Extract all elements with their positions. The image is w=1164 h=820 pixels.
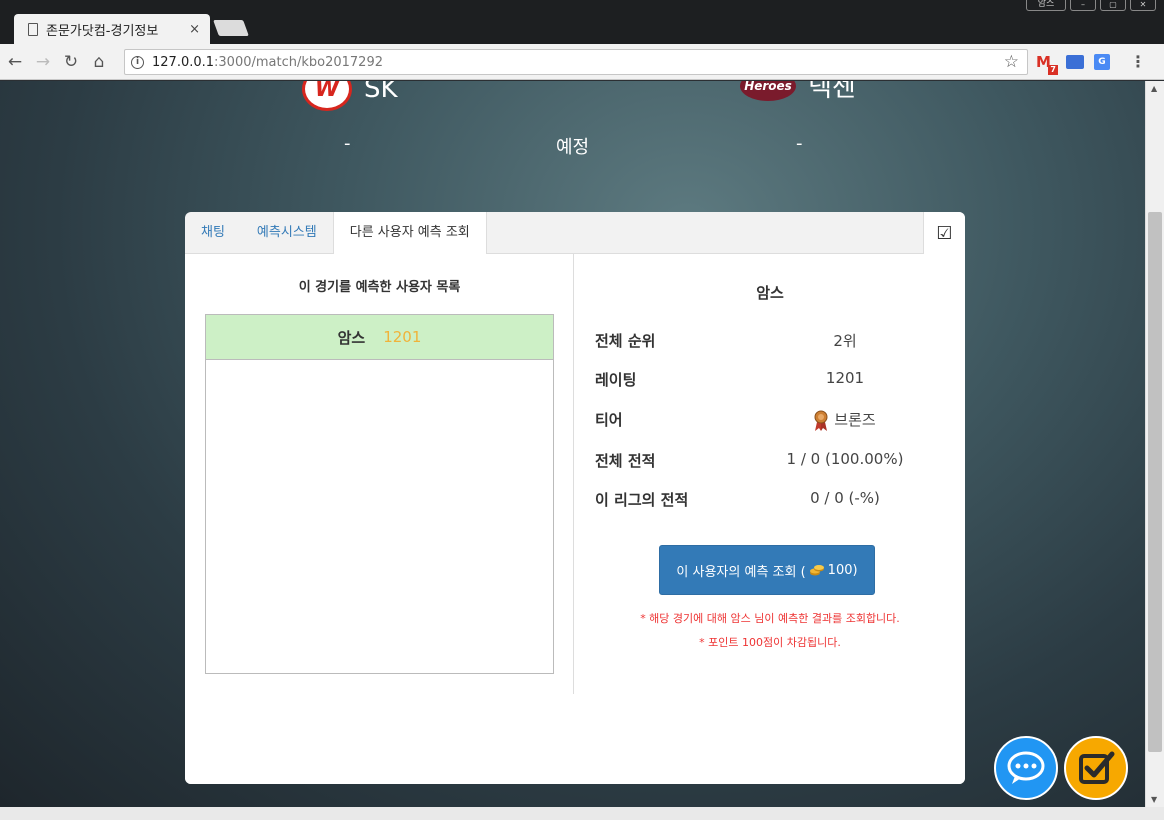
stat-label: 티어: [595, 411, 623, 429]
away-score: -: [796, 133, 803, 154]
coins-icon: [809, 565, 824, 576]
scrollbar[interactable]: ▲ ▼: [1145, 81, 1164, 807]
stat-label: 전체 순위: [595, 332, 656, 350]
browser-tabstrip: 존문가닷컴-경기정보 × 암스 – ▢ ✕: [0, 0, 1164, 44]
scroll-down-icon[interactable]: ▼: [1151, 795, 1157, 804]
view-prediction-button[interactable]: 이 사용자의 예측 조회 ( 100): [659, 545, 875, 595]
back-button[interactable]: ←: [2, 52, 28, 72]
profile-name: 암스: [756, 284, 784, 302]
stat-value: 2위: [833, 332, 857, 350]
browser-menu-icon[interactable]: ⋮: [1130, 52, 1146, 71]
chat-bubble-icon: [1007, 751, 1045, 784]
stat-value: 0 / 0 (-%): [810, 489, 880, 507]
window-bottom-edge: [0, 807, 1164, 820]
home-score: -: [344, 133, 351, 154]
gmail-extension-icon[interactable]: M7: [1036, 54, 1058, 75]
stat-total-record: 전체 전적 1 / 0 (100.00%): [595, 450, 945, 471]
translate-extension-icon[interactable]: G: [1094, 53, 1110, 70]
reload-button[interactable]: ↻: [58, 52, 84, 72]
window-profile-label[interactable]: 암스: [1026, 0, 1066, 11]
button-label: 이 사용자의 예측 조회 (: [676, 564, 806, 580]
stat-label: 이 리그의 전적: [595, 491, 689, 509]
heroes-logo-icon: Heroes: [740, 81, 796, 101]
info-icon[interactable]: i: [131, 55, 144, 69]
button-cost: 100): [827, 562, 858, 578]
tab-chat[interactable]: 채팅: [185, 212, 241, 253]
scroll-thumb[interactable]: [1148, 212, 1162, 752]
user-rating: 1201: [383, 328, 422, 346]
bronze-medal-icon: [814, 410, 828, 431]
browser-toolbar: ← → ↻ ⌂ i 127.0.0.1:3000/match/kbo201729…: [0, 44, 1164, 80]
address-bar[interactable]: i 127.0.0.1:3000/match/kbo2017292 ☆: [124, 49, 1028, 75]
stat-value: 1 / 0 (100.00%): [786, 450, 904, 468]
user-name: 암스: [337, 328, 366, 347]
tab-title: 존문가닷컴-경기정보: [46, 23, 159, 39]
match-status: 예정: [556, 137, 590, 158]
window-controls: 암스 – ▢ ✕: [1026, 0, 1156, 11]
away-team-name: 넥센: [808, 81, 856, 103]
stat-tier: 티어 브론즈: [595, 409, 945, 432]
stat-value: 1201: [825, 369, 865, 387]
prediction-fab-button[interactable]: [1064, 736, 1128, 800]
home-team-name: SK: [364, 81, 398, 104]
scroll-up-icon[interactable]: ▲: [1151, 84, 1157, 93]
gmail-badge: 7: [1048, 64, 1058, 75]
tab-prediction-system[interactable]: 예측시스템: [241, 212, 333, 253]
document-icon: [28, 22, 38, 36]
bookmark-star-icon[interactable]: ☆: [1004, 52, 1019, 72]
panel-tabs: 채팅 예측시스템 다른 사용자 예측 조회 ☑: [185, 212, 965, 255]
away-team: Heroes 넥센: [740, 81, 856, 104]
extensions-area: M7 G ⋮: [1036, 52, 1146, 75]
forward-button[interactable]: →: [30, 52, 56, 72]
stat-value: 브론즈: [745, 409, 945, 432]
tier-name: 브론즈: [834, 411, 876, 429]
predictor-list-section: 이 경기를 예측한 사용자 목록 암스 1201: [185, 254, 574, 694]
stat-rating: 레이팅 1201: [595, 369, 945, 390]
stat-label: 전체 전적: [595, 452, 656, 470]
browser-tab[interactable]: 존문가닷컴-경기정보 ×: [14, 14, 210, 44]
predictor-list-title: 이 경기를 예측한 사용자 목록: [298, 280, 461, 295]
notice-text: * 포인트 100점이 차감됩니다.: [699, 636, 841, 649]
page-content: W SK Heroes 넥센 - 예정 - 채팅 예측시스템 다른 사용자 예측…: [0, 81, 1145, 807]
maximize-button[interactable]: ▢: [1100, 0, 1126, 11]
stat-label: 레이팅: [595, 371, 637, 389]
home-button[interactable]: ⌂: [86, 52, 112, 72]
stat-league-record: 이 리그의 전적 0 / 0 (-%): [595, 489, 945, 510]
tab-other-users[interactable]: 다른 사용자 예측 조회: [332, 212, 487, 255]
stat-rank: 전체 순위 2위: [595, 330, 945, 351]
panel-body: 이 경기를 예측한 사용자 목록 암스 1201 암스 전체 순위 2위 레이팅…: [185, 254, 965, 784]
checkbox-check-icon: [1079, 751, 1115, 784]
match-panel: 채팅 예측시스템 다른 사용자 예측 조회 ☑ 이 경기를 예측한 사용자 목록…: [185, 212, 965, 784]
new-tab-button[interactable]: [213, 20, 249, 36]
chat-fab-button[interactable]: [994, 736, 1058, 800]
predictor-list: 암스 1201: [205, 314, 554, 674]
tab-close-button[interactable]: ×: [189, 22, 200, 37]
user-profile-section: 암스 전체 순위 2위 레이팅 1201 티어 브론즈 전체 전적 1 / 0 …: [575, 254, 965, 694]
extension-icon[interactable]: [1066, 54, 1084, 69]
minimize-button[interactable]: –: [1070, 0, 1096, 11]
close-window-button[interactable]: ✕: [1130, 0, 1156, 11]
checkbox-toggle-icon[interactable]: ☑: [923, 212, 965, 254]
url-path: :3000/match/kbo2017292: [214, 54, 383, 70]
notice-text: * 해당 경기에 대해 암스 님이 예측한 결과를 조회합니다.: [640, 612, 900, 625]
home-team: W SK: [302, 81, 398, 111]
url-host: 127.0.0.1: [152, 54, 215, 70]
list-item[interactable]: 암스 1201: [206, 315, 553, 360]
sk-logo-icon: W: [302, 81, 352, 111]
